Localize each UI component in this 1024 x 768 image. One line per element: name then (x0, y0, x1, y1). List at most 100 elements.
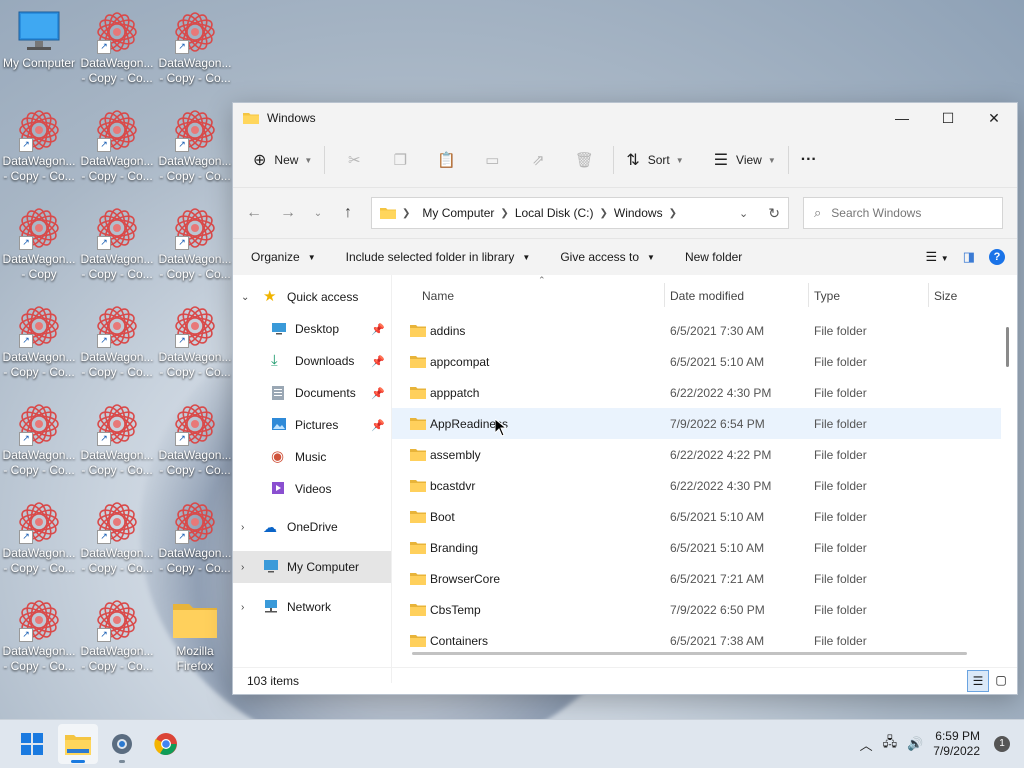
copy-icon[interactable]: ❐ (377, 144, 423, 176)
network-status-icon[interactable]: 🖧 (883, 733, 898, 755)
column-name[interactable]: Name (422, 289, 454, 303)
desktop-icon-computer[interactable]: My Computer (0, 10, 78, 71)
desktop-icon-folder[interactable]: Mozilla Firefox (156, 598, 234, 674)
desktop-icon-rose[interactable]: ↗ DataWagon... - Copy - Co... (0, 108, 78, 184)
forward-arrow-icon[interactable]: → (271, 204, 305, 222)
desktop-icon-rose[interactable]: ↗ DataWagon... - Copy - Co... (156, 402, 234, 478)
table-row[interactable]: assembly 6/22/2022 4:22 PM File folder (392, 439, 1001, 470)
table-row[interactable]: bcastdvr 6/22/2022 4:30 PM File folder (392, 470, 1001, 501)
organize-menu[interactable]: Organize ▼ (251, 250, 316, 264)
desktop-icon-rose[interactable]: ↗ DataWagon... - Copy - Co... (78, 108, 156, 184)
rename-icon[interactable]: ▭ (469, 144, 515, 176)
desktop-icon-rose[interactable]: ↗ DataWagon... - Copy - Co... (78, 304, 156, 380)
taskbar-settings[interactable] (102, 724, 142, 764)
vertical-scrollbar[interactable] (1006, 327, 1009, 367)
large-icons-view-icon[interactable]: ▢ (991, 670, 1011, 690)
start-button[interactable] (12, 724, 52, 764)
desktop-icon-rose[interactable]: ↗ DataWagon... - Copy - Co... (78, 10, 156, 86)
taskbar-chrome[interactable] (146, 724, 186, 764)
desktop-icon-rose[interactable]: ↗ DataWagon... - Copy - Co... (156, 304, 234, 380)
cut-icon[interactable]: ✂ (331, 144, 377, 176)
close-button[interactable]: ✕ (971, 103, 1017, 133)
maximize-button[interactable]: ☐ (925, 103, 971, 133)
change-view-icon[interactable]: ☰ ▼ (926, 249, 949, 265)
pin-icon[interactable]: 📌 (371, 323, 385, 336)
desktop-icon-rose[interactable]: ↗ DataWagon... - Copy - Co... (78, 598, 156, 674)
desktop-icon-rose[interactable]: ↗ DataWagon... - Copy - Co... (0, 598, 78, 674)
nav-documents[interactable]: Documents 📌 (233, 377, 391, 409)
include-in-library-menu[interactable]: Include selected folder in library ▼ (346, 250, 531, 264)
table-row[interactable]: CbsTemp 7/9/2022 6:50 PM File folder (392, 594, 1001, 625)
title-bar[interactable]: Windows — ☐ ✕ (233, 103, 1017, 133)
column-date-modified[interactable]: Date modified (670, 289, 744, 303)
desktop-icon-rose[interactable]: ↗ DataWagon... - Copy - Co... (78, 206, 156, 282)
desktop-icon-label: My Computer (2, 56, 76, 70)
desktop-icon-rose[interactable]: ↗ DataWagon... - Copy - Co... (0, 402, 78, 478)
refresh-icon[interactable]: ↻ (768, 205, 780, 222)
address-dropdown-icon[interactable]: ⌄ (739, 207, 748, 220)
details-view-icon[interactable]: ☰ (967, 670, 989, 692)
notification-badge[interactable]: 1 (994, 736, 1010, 752)
column-type[interactable]: Type (814, 289, 840, 303)
recent-chevron-icon[interactable]: ⌄ (305, 208, 331, 219)
up-arrow-icon[interactable]: ↑ (331, 204, 365, 222)
nav-pictures[interactable]: Pictures 📌 (233, 409, 391, 441)
pin-icon[interactable]: 📌 (371, 355, 385, 368)
table-row[interactable]: apppatch 6/22/2022 4:30 PM File folder (392, 377, 1001, 408)
desktop-icon-rose[interactable]: ↗ DataWagon... - Copy - Co... (156, 108, 234, 184)
breadcrumb-my-computer[interactable]: My Computer (422, 206, 494, 220)
column-divider[interactable] (664, 283, 665, 307)
taskbar-file-explorer[interactable] (58, 724, 98, 764)
show-hidden-icons-chevron-icon[interactable]: ︿ (860, 735, 873, 754)
table-row[interactable]: Branding 6/5/2021 5:10 AM File folder (392, 532, 1001, 563)
pin-icon[interactable]: 📌 (371, 387, 385, 400)
nav-music[interactable]: ◉ Music (233, 441, 391, 473)
desktop-icon-rose[interactable]: ↗ DataWagon... - Copy - Co... (78, 402, 156, 478)
column-divider[interactable] (808, 283, 809, 307)
nav-my-computer[interactable]: › My Computer (233, 551, 391, 583)
preview-pane-icon[interactable]: ◨ (963, 249, 975, 265)
nav-downloads[interactable]: ⤓ Downloads 📌 (233, 345, 391, 377)
column-size[interactable]: Size (934, 289, 957, 303)
desktop-icon-rose[interactable]: ↗ DataWagon... - Copy - Co... (78, 500, 156, 576)
new-folder-button[interactable]: New folder (685, 250, 742, 264)
more-options-button[interactable]: ··· (795, 144, 823, 176)
share-icon[interactable]: ⇗ (515, 144, 561, 176)
view-button[interactable]: ☰ View ▼ (708, 144, 782, 176)
desktop-icon-rose[interactable]: ↗ DataWagon... - Copy (0, 206, 78, 282)
table-row[interactable]: AppReadiness 7/9/2022 6:54 PM File folder (392, 408, 1001, 439)
clock[interactable]: 6:59 PM 7/9/2022 (933, 729, 980, 759)
sort-button[interactable]: ⇅ Sort ▼ (620, 144, 689, 176)
desktop-icon-rose[interactable]: ↗ DataWagon... - Copy - Co... (0, 304, 78, 380)
new-button[interactable]: ⊕ New ▼ (247, 144, 318, 176)
help-icon[interactable]: ? (989, 249, 1005, 265)
desktop-icon-rose[interactable]: ↗ DataWagon... - Copy - Co... (156, 206, 234, 282)
delete-icon[interactable]: 🗑 (561, 144, 607, 176)
back-arrow-icon[interactable]: ← (237, 204, 271, 222)
chevron-down-icon: ▼ (767, 155, 776, 165)
column-divider[interactable] (928, 283, 929, 307)
nav-network[interactable]: › Network (233, 591, 391, 623)
table-row[interactable]: BrowserCore 6/5/2021 7:21 AM File folder (392, 563, 1001, 594)
desktop-icon-rose[interactable]: ↗ DataWagon... - Copy - Co... (156, 10, 234, 86)
nav-videos[interactable]: Videos (233, 473, 391, 505)
desktop-icon-rose[interactable]: ↗ DataWagon... - Copy - Co... (0, 500, 78, 576)
volume-icon[interactable]: 🔊 (907, 736, 923, 752)
table-row[interactable]: Boot 6/5/2021 5:10 AM File folder (392, 501, 1001, 532)
address-bar[interactable]: ❯ My Computer ❯ Local Disk (C:) ❯ Window… (371, 197, 789, 229)
table-row[interactable]: addins 6/5/2021 7:30 AM File folder (392, 315, 1001, 346)
horizontal-scrollbar[interactable] (412, 652, 967, 655)
search-box[interactable]: ⌕ Search Windows (803, 197, 1003, 229)
desktop-icon-rose[interactable]: ↗ DataWagon... - Copy - Co... (156, 500, 234, 576)
breadcrumb-local-disk[interactable]: Local Disk (C:) (515, 206, 594, 220)
nav-onedrive[interactable]: › ☁ OneDrive (233, 511, 391, 543)
give-access-menu[interactable]: Give access to ▼ (560, 250, 655, 264)
pin-icon[interactable]: 📌 (371, 419, 385, 432)
minimize-button[interactable]: — (879, 103, 925, 133)
nav-desktop[interactable]: Desktop 📌 (233, 313, 391, 345)
breadcrumb-windows[interactable]: Windows (614, 206, 663, 220)
nav-quick-access[interactable]: ⌄ ★ Quick access (233, 281, 391, 313)
paste-icon[interactable]: 📋 (423, 144, 469, 176)
shortcut-arrow-icon: ↗ (97, 334, 111, 348)
table-row[interactable]: appcompat 6/5/2021 5:10 AM File folder (392, 346, 1001, 377)
